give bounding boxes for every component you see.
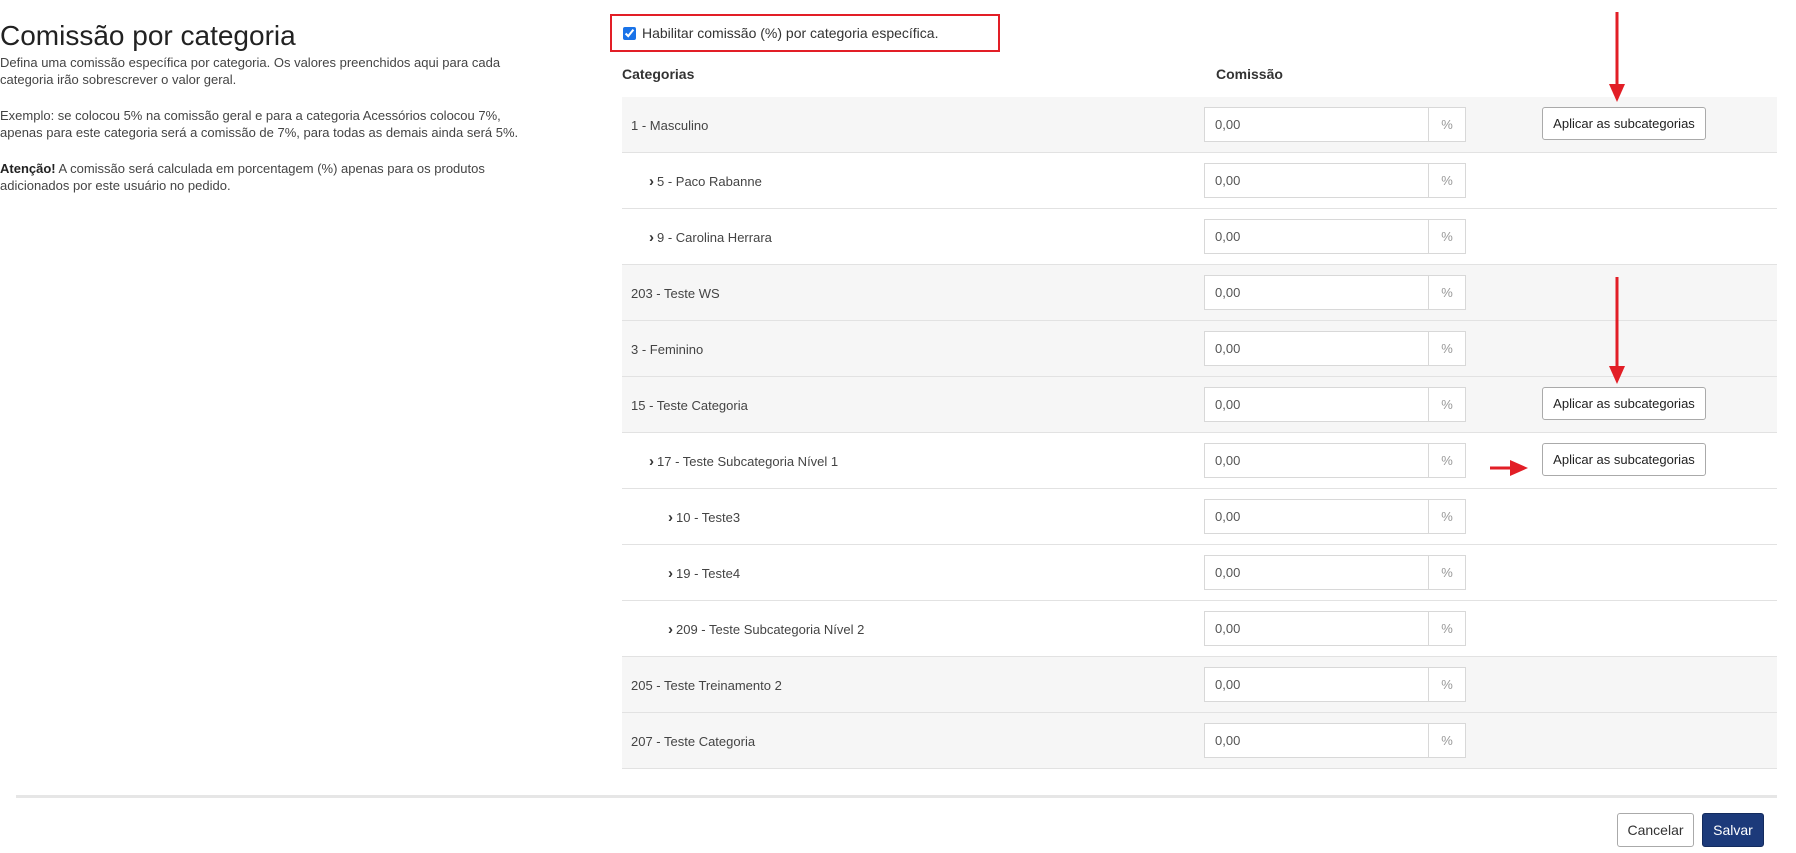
commission-input[interactable] <box>1205 332 1428 365</box>
chevron-right-icon: › <box>668 620 673 638</box>
percent-addon: % <box>1428 668 1465 701</box>
commission-input[interactable] <box>1205 444 1428 477</box>
table-row: ›19 - Teste4 % <box>622 545 1777 601</box>
commission-field: % <box>1204 555 1466 590</box>
commission-field: % <box>1204 387 1466 422</box>
category-table: 1 - Masculino % Aplicar as subcategorias… <box>622 97 1777 769</box>
commission-field: % <box>1204 443 1466 478</box>
table-row: ›17 - Teste Subcategoria Nível 1 % Aplic… <box>622 433 1777 489</box>
section-info: Comissão por categoria Defina uma comiss… <box>0 20 540 213</box>
commission-input[interactable] <box>1205 276 1428 309</box>
percent-addon: % <box>1428 164 1465 197</box>
warning-strong: Atenção! <box>0 161 56 176</box>
percent-addon: % <box>1428 276 1465 309</box>
percent-addon: % <box>1428 612 1465 645</box>
percent-addon: % <box>1428 500 1465 533</box>
section-warning: Atenção! A comissão será calculada em po… <box>0 160 540 194</box>
category-label: 1 - Masculino <box>631 117 709 133</box>
percent-addon: % <box>1428 556 1465 589</box>
commission-input[interactable] <box>1205 388 1428 421</box>
commission-field: % <box>1204 723 1466 758</box>
commission-field: % <box>1204 163 1466 198</box>
enable-checkbox[interactable] <box>623 26 636 40</box>
percent-addon: % <box>1428 220 1465 253</box>
commission-field: % <box>1204 107 1466 142</box>
category-label: 17 - Teste Subcategoria Nível 1 <box>657 453 839 469</box>
category-label: 19 - Teste4 <box>676 565 741 581</box>
cancel-button[interactable]: Cancelar <box>1617 813 1694 847</box>
enable-category-commission[interactable]: Habilitar comissão (%) por categoria esp… <box>610 14 1000 52</box>
percent-addon: % <box>1428 108 1465 141</box>
category-label: 5 - Paco Rabanne <box>657 173 762 189</box>
commission-input[interactable] <box>1205 500 1428 533</box>
commission-input[interactable] <box>1205 556 1428 589</box>
commission-input[interactable] <box>1205 668 1428 701</box>
category-label: 207 - Teste Categoria <box>631 733 756 749</box>
category-label: 3 - Feminino <box>631 341 704 357</box>
table-row: ›9 - Carolina Herrara % <box>622 209 1777 265</box>
commission-field: % <box>1204 667 1466 702</box>
commission-input[interactable] <box>1205 164 1428 197</box>
percent-addon: % <box>1428 444 1465 477</box>
header-categories: Categorias <box>622 66 695 82</box>
category-label: 209 - Teste Subcategoria Nível 2 <box>676 621 865 637</box>
chevron-right-icon: › <box>668 508 673 526</box>
chevron-right-icon: › <box>668 564 673 582</box>
table-row: 3 - Feminino % <box>622 321 1777 377</box>
percent-addon: % <box>1428 724 1465 757</box>
commission-field: % <box>1204 499 1466 534</box>
commission-input[interactable] <box>1205 724 1428 757</box>
save-button[interactable]: Salvar <box>1702 813 1764 847</box>
commission-input[interactable] <box>1205 108 1428 141</box>
chevron-right-icon: › <box>649 228 654 246</box>
chevron-right-icon: › <box>649 452 654 470</box>
table-row: ›209 - Teste Subcategoria Nível 2 % <box>622 601 1777 657</box>
commission-field: % <box>1204 331 1466 366</box>
table-header: Categorias Comissão <box>622 64 1777 96</box>
category-label: 9 - Carolina Herrara <box>657 229 772 245</box>
category-label: 205 - Teste Treinamento 2 <box>631 677 782 693</box>
warning-text: A comissão será calculada em porcentagem… <box>0 161 485 193</box>
header-commission: Comissão <box>1216 66 1283 82</box>
table-row: 15 - Teste Categoria % Aplicar as subcat… <box>622 377 1777 433</box>
apply-subcategories-button[interactable]: Aplicar as subcategorias <box>1542 443 1706 476</box>
section-example: Exemplo: se colocou 5% na comissão geral… <box>0 108 519 140</box>
category-label: 203 - Teste WS <box>631 285 720 301</box>
percent-addon: % <box>1428 388 1465 421</box>
category-label: 10 - Teste3 <box>676 509 741 525</box>
apply-subcategories-button[interactable]: Aplicar as subcategorias <box>1542 387 1706 420</box>
table-row: 1 - Masculino % Aplicar as subcategorias <box>622 97 1777 153</box>
commission-input[interactable] <box>1205 612 1428 645</box>
chevron-right-icon: › <box>649 172 654 190</box>
page-title: Comissão por categoria <box>0 20 296 51</box>
commission-field: % <box>1204 611 1466 646</box>
category-label: 15 - Teste Categoria <box>631 397 748 413</box>
footer-divider <box>16 795 1777 798</box>
table-row: 203 - Teste WS % <box>622 265 1777 321</box>
enable-label: Habilitar comissão (%) por categoria esp… <box>642 25 939 41</box>
table-row: ›5 - Paco Rabanne % <box>622 153 1777 209</box>
percent-addon: % <box>1428 332 1465 365</box>
apply-subcategories-button[interactable]: Aplicar as subcategorias <box>1542 107 1706 140</box>
commission-field: % <box>1204 219 1466 254</box>
table-row: 207 - Teste Categoria % <box>622 713 1777 769</box>
table-row: ›10 - Teste3 % <box>622 489 1777 545</box>
commission-input[interactable] <box>1205 220 1428 253</box>
table-row: 205 - Teste Treinamento 2 % <box>622 657 1777 713</box>
section-description: Defina uma comissão específica por categ… <box>0 55 501 87</box>
commission-field: % <box>1204 275 1466 310</box>
